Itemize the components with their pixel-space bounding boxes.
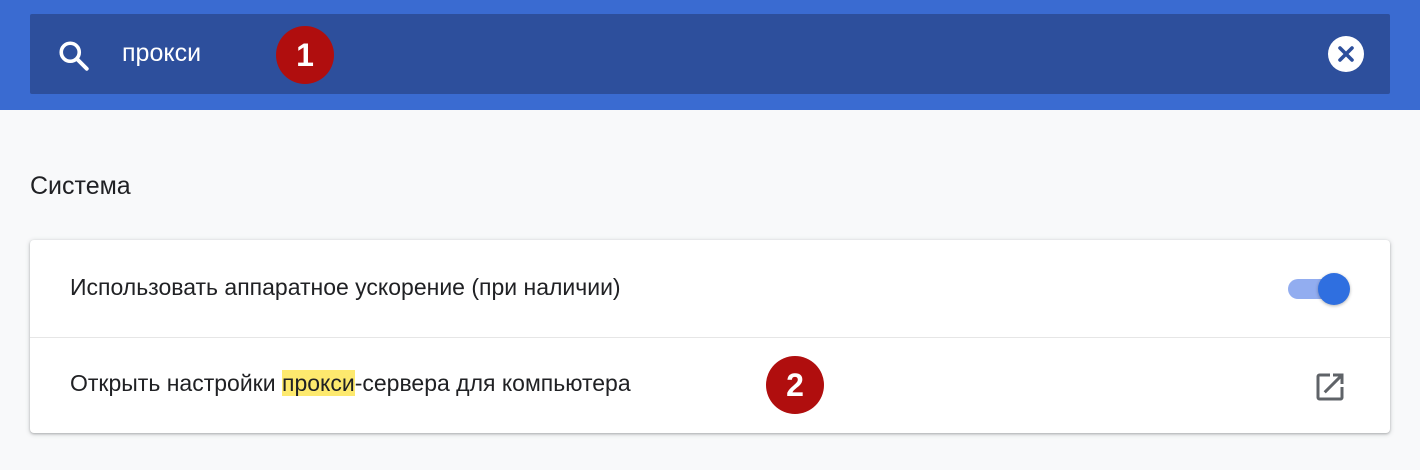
annotation-badge-1: 1 xyxy=(276,26,334,84)
search-icon xyxy=(59,41,89,71)
section-title: Система xyxy=(30,172,131,200)
clear-search-button[interactable] xyxy=(1328,36,1364,72)
annotation-badge-2: 2 xyxy=(766,356,824,414)
proxy-label-before: Открыть настройки xyxy=(70,370,282,396)
hardware-acceleration-label: Использовать аппаратное ускорение (при н… xyxy=(70,274,621,300)
search-match-highlight: прокси xyxy=(281,370,355,396)
proxy-settings-row[interactable]: Открыть настройки прокси-сервера для ком… xyxy=(30,337,1390,433)
close-icon xyxy=(1338,46,1354,62)
open-in-new-icon[interactable] xyxy=(1312,369,1348,405)
proxy-label-after: -сервера для компьютера xyxy=(354,370,631,396)
settings-card: Использовать аппаратное ускорение (при н… xyxy=(30,240,1390,433)
toggle-knob xyxy=(1318,273,1350,305)
hardware-acceleration-row: Использовать аппаратное ускорение (при н… xyxy=(30,240,1390,338)
proxy-settings-label: Открыть настройки прокси-сервера для ком… xyxy=(70,370,631,397)
hardware-acceleration-toggle[interactable] xyxy=(1286,273,1350,305)
